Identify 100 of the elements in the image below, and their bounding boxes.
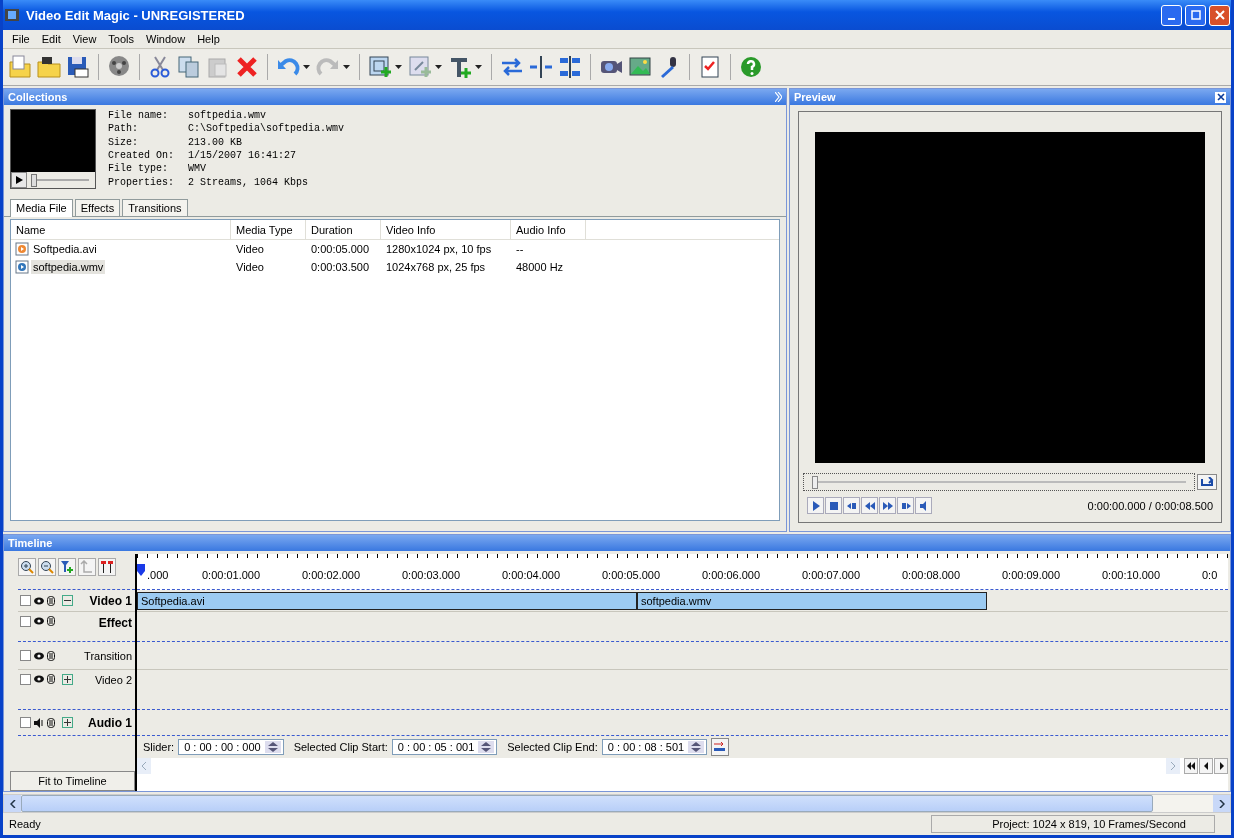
scroll-left-button[interactable] [4,795,21,812]
menu-item[interactable]: Help [191,33,226,45]
lock-icon[interactable] [47,674,55,684]
maximize-button[interactable] [1185,4,1206,26]
expand-button[interactable] [62,674,73,685]
info-label: Path: [108,122,139,136]
column-header[interactable]: Audio Info [511,220,586,239]
zoom-out-button[interactable] [38,558,56,576]
close-button[interactable] [1215,91,1226,103]
menu-item[interactable]: View [66,33,103,45]
track-checkbox[interactable] [20,650,31,661]
rewind-button[interactable] [861,497,878,514]
folder-icon[interactable] [36,54,62,80]
menu-item[interactable]: Edit [35,33,67,45]
markers-button[interactable] [98,558,116,576]
grid-icon[interactable] [557,54,583,80]
dropdown-arrow-icon[interactable] [435,65,442,69]
timeline-clip[interactable]: softpedia.wmv [637,591,987,610]
info-value: 1/15/2007 16:41:27 [188,149,298,163]
table-cell-text: 1280x1024 px, 10 fps [385,243,493,255]
timecode-field[interactable]: 0 : 00 : 08 : 501 [601,739,708,755]
track-checkbox[interactable] [20,674,31,685]
collapse-button[interactable] [62,595,73,606]
spin-icon[interactable] [264,741,281,753]
column-header[interactable]: Video Info [381,220,511,239]
ruler-label: 0:00:03.000 [402,567,462,581]
speaker-icon[interactable] [34,717,44,728]
lock-icon[interactable] [47,595,55,606]
dropdown-arrow-icon[interactable] [343,65,350,69]
slider-thumb[interactable] [31,174,37,187]
lock-icon[interactable] [47,650,55,661]
remove-track-button[interactable] [78,558,96,576]
timeline-clip[interactable]: Softpedia.avi [137,591,637,610]
seek-slider[interactable] [803,473,1195,491]
track-label: Audio 1 [88,715,133,730]
add-clip-icon[interactable] [367,54,393,80]
column-header[interactable]: Media Type [231,220,306,239]
copy-icon[interactable] [176,54,202,80]
scrollbar-thumb[interactable] [21,795,1153,812]
eye-icon[interactable] [34,595,44,606]
close-button[interactable] [1209,4,1230,26]
info-label: Created On: [108,149,175,163]
track-checkbox[interactable] [20,717,31,728]
info-value: 213.00 KB [188,135,243,149]
ruler-label: 0:00:07.000 [802,567,862,581]
horizontal-scrollbar[interactable] [3,794,1231,813]
eye-icon[interactable] [34,650,44,661]
minimize-button[interactable] [1161,4,1182,26]
dropdown-arrow-icon[interactable] [303,65,310,69]
zoom-in-button[interactable] [18,558,36,576]
column-header[interactable]: Duration [306,220,381,239]
stop-button[interactable] [825,497,842,514]
ruler-label: 0:00:05.000 [602,567,662,581]
spin-icon[interactable] [688,741,705,753]
timecode-field[interactable]: 0 : 00 : 05 : 001 [391,739,498,755]
ruler-label: .000 [147,567,170,581]
play-button[interactable] [11,172,27,188]
media-file-icon [15,242,29,256]
ruler-label: 0:00:04.000 [502,567,562,581]
scroll-right-button[interactable] [1214,758,1228,774]
file-name[interactable]: Softpedia.avi [31,242,99,256]
apply-button[interactable] [711,738,730,756]
fit-to-timeline-button[interactable]: Fit to Timeline [10,771,135,791]
save-icon[interactable] [65,54,91,80]
media-file-icon [15,260,29,274]
dropdown-arrow-icon[interactable] [475,65,482,69]
add-track-button[interactable] [58,558,76,576]
clip-icon[interactable] [407,54,433,80]
menu-item[interactable]: Window [140,33,192,45]
lock-icon[interactable] [47,616,55,626]
volume-button[interactable] [915,497,932,514]
expand-icon[interactable] [775,92,782,102]
track-checkbox[interactable] [20,616,31,627]
scroll-left-button[interactable] [1199,758,1213,774]
help-icon[interactable] [738,54,764,80]
loop-button[interactable] [1197,474,1217,490]
tab[interactable]: Media File [10,199,73,217]
lock-icon[interactable] [47,717,55,728]
next-frame-button[interactable] [897,497,914,514]
go-to-start-button[interactable] [1184,758,1198,774]
previous-frame-icon [846,500,857,511]
spin-icon[interactable] [478,741,495,753]
eye-icon[interactable] [34,616,44,626]
tab[interactable]: Effects [74,199,121,216]
fast-forward-button[interactable] [879,497,896,514]
tab[interactable]: Transitions [122,199,188,216]
split-icon[interactable] [528,54,554,80]
track-checkbox[interactable] [20,595,31,606]
close-icon [1216,93,1225,101]
previous-frame-button[interactable] [843,497,860,514]
dropdown-arrow-icon[interactable] [395,65,402,69]
expand-button[interactable] [62,717,73,728]
column-header[interactable]: Name [11,220,231,239]
timecode-field[interactable]: 0 : 00 : 00 : 000 [178,739,284,755]
file-name[interactable]: softpedia.wmv [31,260,106,274]
eye-icon[interactable] [34,674,44,684]
scroll-right-button[interactable] [1213,795,1230,812]
slider-thumb[interactable] [812,476,818,489]
menu-item[interactable]: File [6,33,36,45]
menu-item[interactable]: Tools [102,33,141,45]
